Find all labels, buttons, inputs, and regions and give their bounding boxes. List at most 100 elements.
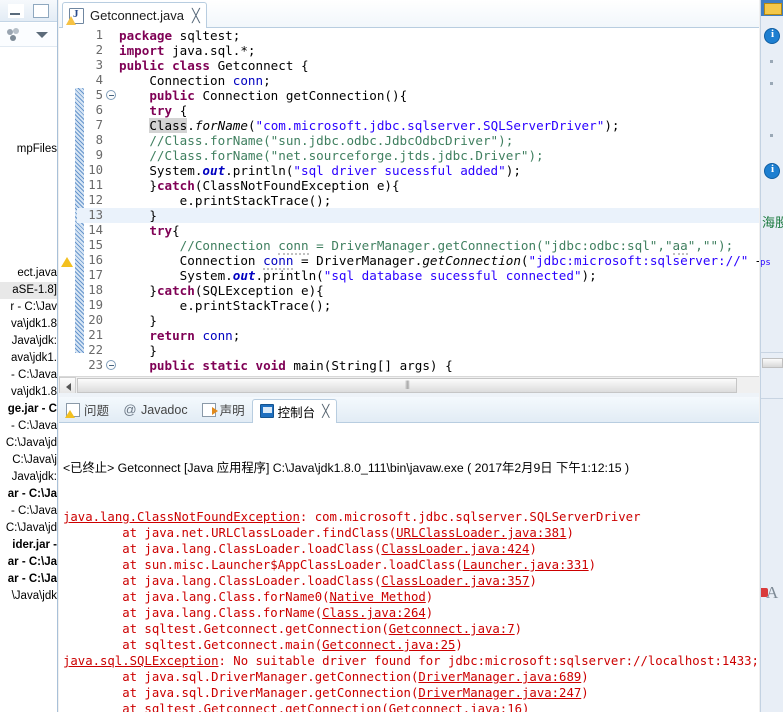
code-line[interactable]: 7 Class.forName("com.microsoft.jdbc.sqls… <box>77 118 759 133</box>
code-line[interactable]: 22 } <box>77 343 759 358</box>
close-icon[interactable]: ╳ <box>192 8 200 24</box>
tree-item[interactable]: va\jdk1.8 <box>0 384 57 401</box>
tree-item[interactable]: - C:\Java <box>0 503 57 520</box>
bullet-dot-icon <box>770 82 773 85</box>
code-text: Class.forName("com.microsoft.jdbc.sqlser… <box>149 118 620 133</box>
line-number: 9 <box>95 148 103 162</box>
code-line[interactable]: 15 //Connection conn = DriverManager.get… <box>77 238 759 255</box>
console-line[interactable]: at java.lang.ClassLoader.loadClass(Class… <box>63 573 759 589</box>
code-line[interactable]: 17 System.out.println("sql database suce… <box>77 268 759 283</box>
view-menu-icon[interactable] <box>7 28 21 42</box>
tree-item[interactable]: ar - C:\Ja <box>0 486 57 503</box>
code-line[interactable]: 10 System.out.println("sql driver sucess… <box>77 163 759 178</box>
console-tab-label: Javadoc <box>141 402 188 417</box>
code-line[interactable]: 6 try { <box>77 103 759 118</box>
chevron-down-icon[interactable] <box>36 32 48 38</box>
code-line[interactable]: 18 }catch(SQLException e){ <box>77 283 759 298</box>
info-icon[interactable] <box>764 28 780 44</box>
console-tab-1[interactable]: @ Javadoc <box>116 398 195 422</box>
code-text: }catch(SQLException e){ <box>149 283 324 298</box>
problems-icon <box>65 402 80 418</box>
sidebar-text[interactable]: 海股 <box>762 212 783 231</box>
console-tab-2[interactable]: 声明 <box>195 398 252 422</box>
console-view: 问题 @ Javadoc 声明 控制台 ╳ <已终止> Getconnect [Java … <box>59 397 759 712</box>
code-line[interactable]: 4 Connection conn; <box>77 73 759 88</box>
tree-item[interactable]: ava\jdk1. <box>0 350 57 367</box>
console-line[interactable]: at java.sql.DriverManager.getConnection(… <box>63 685 759 701</box>
project-tree[interactable]: mpFiles ect.java aSE-1.8] r - C:\Jav va\jdk1… <box>0 50 57 712</box>
code-line[interactable]: 5 public Connection getConnection(){ <box>77 88 759 103</box>
console-line[interactable]: at sqltest.Getconnect.getConnection(Getc… <box>63 701 759 712</box>
tree-item[interactable]: va\jdk1.8 <box>0 316 57 333</box>
code-line[interactable]: 1 package sqltest; <box>77 28 759 43</box>
tree-item[interactable]: aSE-1.8] <box>0 282 57 299</box>
tree-item[interactable]: C:\Java\jd <box>0 520 57 537</box>
code-line[interactable]: 16 Connection conn = DriverManager.getCo… <box>61 253 759 270</box>
editor-tab-getconnect-java[interactable]: Getconnect.java ╳ <box>62 2 207 28</box>
editor-tab-label: Getconnect.java <box>90 8 184 23</box>
tree-item[interactable]: - C:\Java <box>0 367 57 384</box>
console-line[interactable]: java.sql.SQLException: No suitable drive… <box>63 653 759 669</box>
code-line[interactable]: 23 public static void main(String[] args… <box>77 358 759 373</box>
warning-marker-icon[interactable] <box>61 254 74 267</box>
java-file-warning-icon <box>66 7 84 25</box>
console-output[interactable]: <已终止> Getconnect [Java 应用程序] C:\Java\jdk… <box>59 424 759 712</box>
eclipse-ide-window: mpFiles ect.java aSE-1.8] r - C:\Jav va\jdk1… <box>0 0 783 712</box>
letter-a-icon[interactable]: A <box>766 583 778 603</box>
code-line[interactable]: 8 //Class.forName("sun.jdbc.odbc.JdbcOdb… <box>77 133 759 148</box>
code-line[interactable]: 14 try{ <box>77 223 759 238</box>
scrollbar-thumb[interactable] <box>77 378 737 393</box>
code-line[interactable]: 3 public class Getconnect { <box>77 58 759 73</box>
divider <box>761 352 783 353</box>
tree-item[interactable]: Java\jdk: <box>0 469 57 486</box>
console-tab-3[interactable]: 控制台 ╳ <box>251 398 338 423</box>
code-line[interactable]: 12 e.printStackTrace(); <box>77 193 759 208</box>
maximize-button[interactable] <box>33 4 49 18</box>
console-line[interactable]: at java.lang.Class.forName0(Native Metho… <box>63 589 759 605</box>
window-restore-icon[interactable] <box>761 0 783 16</box>
console-line[interactable]: at sun.misc.Launcher$AppClassLoader.load… <box>63 557 759 573</box>
minimize-button[interactable] <box>8 4 24 18</box>
fold-collapse-icon[interactable] <box>106 360 116 370</box>
tree-item[interactable]: mpFiles <box>0 141 57 158</box>
editor-horizontal-scrollbar[interactable] <box>59 376 759 394</box>
tree-item[interactable]: ar - C:\Ja <box>0 571 57 588</box>
info-icon[interactable] <box>764 163 780 179</box>
tree-item[interactable]: ider.jar - <box>0 537 57 554</box>
folding-stripe[interactable] <box>67 28 84 376</box>
console-stacktrace[interactable]: java.lang.ClassNotFoundException: com.mi… <box>63 509 759 712</box>
console-line[interactable]: at sqltest.Getconnect.getConnection(Getc… <box>63 621 759 637</box>
code-viewport[interactable]: 1 package sqltest; 2 import java.sql.*; 3 pub… <box>59 28 759 376</box>
code-line[interactable]: 2 import java.sql.*; <box>77 43 759 58</box>
console-line[interactable]: at java.net.URLClassLoader.findClass(URL… <box>63 525 759 541</box>
console-line[interactable]: at java.lang.ClassLoader.loadClass(Class… <box>63 541 759 557</box>
source-code[interactable]: 1 package sqltest; 2 import java.sql.*; 3 pub… <box>61 28 759 376</box>
code-text: try { <box>149 103 188 118</box>
code-line[interactable]: 13 } <box>77 208 759 223</box>
code-line[interactable]: 11 }catch(ClassNotFoundException e){ <box>77 178 759 193</box>
tree-item[interactable]: C:\Java\jd <box>0 435 57 452</box>
close-icon[interactable]: ╳ <box>322 404 329 418</box>
console-line[interactable]: at java.sql.DriverManager.getConnection(… <box>63 669 759 685</box>
tree-item[interactable]: ge.jar - C <box>0 401 57 418</box>
scroll-left-arrow[interactable] <box>59 377 76 394</box>
console-line[interactable]: at java.lang.Class.forName(Class.java:26… <box>63 605 759 621</box>
code-line[interactable]: 20 } <box>77 313 759 328</box>
console-line[interactable]: java.lang.ClassNotFoundException: com.mi… <box>63 509 759 525</box>
tree-item[interactable]: - C:\Java <box>0 418 57 435</box>
code-line[interactable]: 19 e.printStackTrace(); <box>77 298 759 313</box>
code-line[interactable]: 21 return conn; <box>77 328 759 343</box>
bullet-dot-icon <box>770 60 773 63</box>
tree-item[interactable]: r - C:\Jav <box>0 299 57 316</box>
tree-item[interactable]: ar - C:\Ja <box>0 554 57 571</box>
console-line[interactable]: at sqltest.Getconnect.main(Getconnect.ja… <box>63 637 759 653</box>
line-number: 1 <box>95 28 103 42</box>
tree-item[interactable]: C:\Java\j <box>0 452 57 469</box>
tree-item[interactable]: ect.java <box>0 265 57 282</box>
code-line[interactable]: 9 //Class.forName("net.sourceforge.jtds.… <box>77 148 759 163</box>
tree-item[interactable]: \Java\jdk <box>0 588 57 605</box>
console-tab-0[interactable]: 问题 <box>59 398 116 422</box>
tree-item[interactable]: Java\jdk: <box>0 333 57 350</box>
fold-collapse-icon[interactable] <box>106 90 116 100</box>
right-panel-scrollbar-thumb[interactable] <box>762 358 783 368</box>
